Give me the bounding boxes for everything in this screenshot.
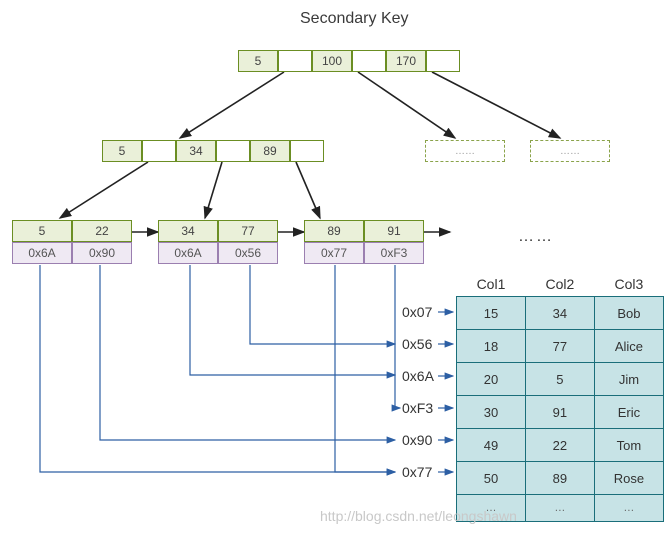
btree-internal: 5 34 89: [102, 140, 324, 162]
addr-label: 0x6A: [402, 368, 434, 384]
data-table: Col1 Col2 Col3 1534Bob 1877Alice 205Jim …: [456, 272, 664, 522]
btree-leaf: 34 77 0x6A 0x56: [158, 220, 278, 264]
col-header: Col2: [525, 272, 594, 297]
root-gap: [352, 50, 386, 72]
leaf-key: 89: [304, 220, 364, 242]
addr-label: 0x56: [402, 336, 432, 352]
btree-ghost: ……: [530, 140, 610, 162]
internal-gap: [216, 140, 250, 162]
table-row: 4922Tom: [457, 429, 664, 462]
diagram-title: Secondary Key: [300, 10, 409, 28]
leaf-ptr: 0xF3: [364, 242, 424, 264]
leaf-ptr: 0x90: [72, 242, 132, 264]
col-header: Col3: [594, 272, 663, 297]
internal-key: 89: [250, 140, 290, 162]
root-key: 5: [238, 50, 278, 72]
btree-leaf: 89 91 0x77 0xF3: [304, 220, 424, 264]
root-gap: [278, 50, 312, 72]
col-header: Col1: [457, 272, 526, 297]
root-gap: [426, 50, 460, 72]
internal-gap: [290, 140, 324, 162]
root-key: 100: [312, 50, 352, 72]
table-header-row: Col1 Col2 Col3: [457, 272, 664, 297]
internal-key: 34: [176, 140, 216, 162]
addr-label: 0x07: [402, 304, 432, 320]
addr-label: 0x90: [402, 432, 432, 448]
table-row: 205Jim: [457, 363, 664, 396]
ghost-node: ……: [425, 140, 505, 162]
leaf-ptr: 0x6A: [12, 242, 72, 264]
leaf-key: 77: [218, 220, 278, 242]
root-key: 170: [386, 50, 426, 72]
table-row: 5089Rose: [457, 462, 664, 495]
btree-leaf: 5 22 0x6A 0x90: [12, 220, 132, 264]
ellipsis: ……: [518, 228, 554, 246]
ghost-node: ……: [530, 140, 610, 162]
btree-root: 5 100 170: [238, 50, 460, 72]
internal-gap: [142, 140, 176, 162]
leaf-key: 34: [158, 220, 218, 242]
leaf-ptr: 0x77: [304, 242, 364, 264]
leaf-key: 91: [364, 220, 424, 242]
table-row: 3091Eric: [457, 396, 664, 429]
leaf-ptr: 0x56: [218, 242, 278, 264]
leaf-ptr: 0x6A: [158, 242, 218, 264]
internal-key: 5: [102, 140, 142, 162]
table-row: 1877Alice: [457, 330, 664, 363]
addr-label: 0x77: [402, 464, 432, 480]
leaf-key: 5: [12, 220, 72, 242]
addr-label: 0xF3: [402, 400, 433, 416]
btree-ghost: ……: [425, 140, 505, 162]
leaf-key: 22: [72, 220, 132, 242]
table-row: 1534Bob: [457, 297, 664, 330]
watermark: http://blog.csdn.net/leongshawn: [320, 508, 517, 524]
